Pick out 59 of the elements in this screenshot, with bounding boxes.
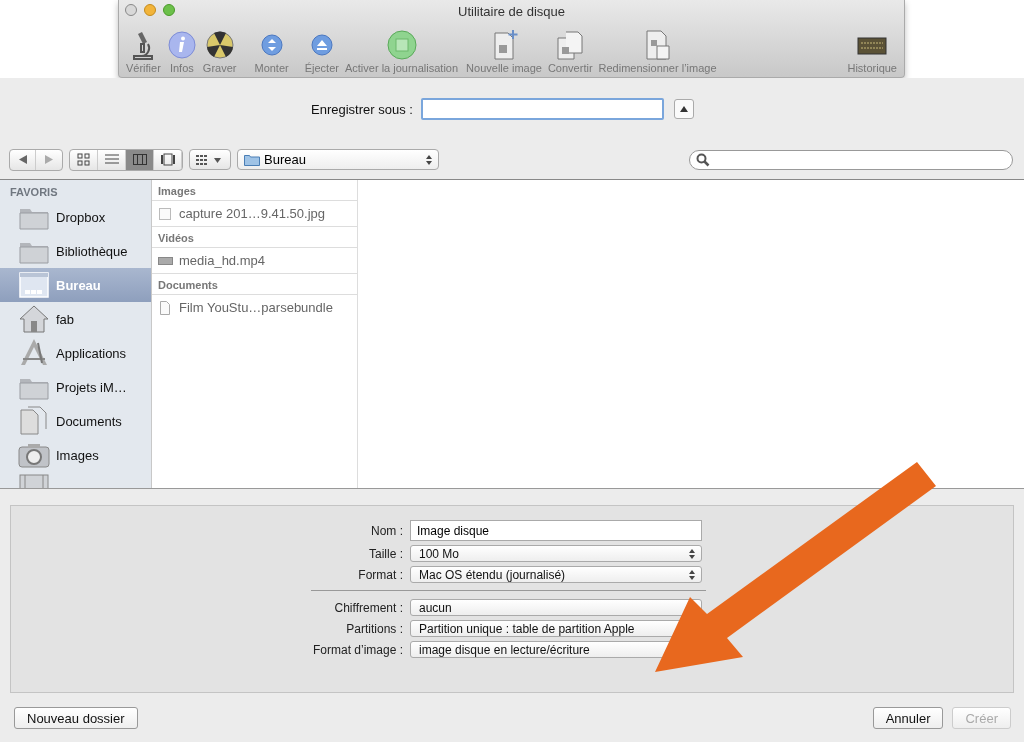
- zoom-button[interactable]: [163, 4, 175, 16]
- location-popup[interactable]: Bureau: [237, 149, 439, 170]
- coverflow-icon: [160, 153, 175, 166]
- house-icon: [18, 303, 50, 335]
- sidebar-item[interactable]: Applications: [0, 336, 151, 370]
- disclosure-button[interactable]: [673, 99, 694, 119]
- sidebar-item[interactable]: Documents: [0, 404, 151, 438]
- popup-button[interactable]: Mac OS étendu (journalisé): [410, 566, 702, 583]
- back-forward-control[interactable]: [9, 148, 63, 171]
- up-down-arrows-icon: [689, 548, 695, 559]
- sidebar-item[interactable]: Dropbox: [0, 200, 151, 234]
- window-title: Utilitaire de disque: [458, 3, 565, 19]
- image-file-icon: [158, 206, 173, 221]
- list-icon: [104, 153, 119, 166]
- view-mode-button[interactable]: [126, 149, 154, 170]
- field-label: Format :: [357, 567, 403, 582]
- field-label: Format d’image :: [311, 642, 403, 657]
- sidebar-item[interactable]: fab: [0, 302, 151, 336]
- popup-button[interactable]: aucun: [410, 599, 702, 616]
- group-header: Vidéos: [152, 226, 357, 248]
- desktop-icon: [18, 269, 50, 301]
- field-label: Chiffrement :: [333, 600, 403, 615]
- close-button[interactable]: [125, 4, 137, 16]
- field-label: Nom :: [370, 523, 403, 538]
- up-down-arrows-icon: [426, 154, 432, 165]
- push-button[interactable]: Nouveau dossier: [14, 707, 138, 729]
- group-header: Documents: [152, 273, 357, 295]
- sidebar-item[interactable]: Projets iM…: [0, 370, 151, 404]
- group-header: Images: [152, 180, 357, 201]
- right-triangle-icon: [45, 155, 53, 164]
- field-label: Partitions :: [345, 621, 403, 636]
- info-icon: [166, 30, 197, 60]
- grid-icon: [76, 153, 91, 166]
- save-as-field[interactable]: [420, 98, 664, 120]
- text-field[interactable]: Image disque: [410, 520, 702, 541]
- search-field[interactable]: [689, 149, 1013, 170]
- documents-icon: [18, 405, 50, 437]
- document-icon: [158, 300, 173, 315]
- file-item[interactable]: capture 201…9.41.50.jpg: [152, 201, 357, 226]
- radiation-disc-icon: [204, 30, 235, 60]
- left-triangle-icon: [18, 155, 27, 164]
- push-button[interactable]: Annuler: [872, 707, 944, 729]
- popup-button[interactable]: 100 Mo: [410, 545, 702, 562]
- sidebar-header: FAVORIS: [9, 185, 59, 200]
- file-item[interactable]: Film YouStu…parsebundle: [152, 295, 357, 320]
- sidebar-item[interactable]: Bibliothèque: [0, 234, 151, 268]
- file-item[interactable]: media_hd.mp4: [152, 248, 357, 273]
- columns-icon: [132, 153, 147, 166]
- sidebar-item[interactable]: Images: [0, 438, 151, 472]
- documents-icon: [555, 30, 586, 60]
- up-down-arrows-icon: [689, 569, 695, 580]
- view-mode-control[interactable]: [69, 148, 183, 171]
- arrange-button[interactable]: [189, 149, 231, 170]
- field-label: Taille :: [368, 546, 403, 561]
- search-icon: [696, 152, 710, 167]
- grid-caret-icon: [196, 153, 222, 166]
- folder-icon: [244, 153, 260, 166]
- triangle-icon: [679, 105, 688, 112]
- save-as-label: Enregistrer sous :: [311, 101, 413, 117]
